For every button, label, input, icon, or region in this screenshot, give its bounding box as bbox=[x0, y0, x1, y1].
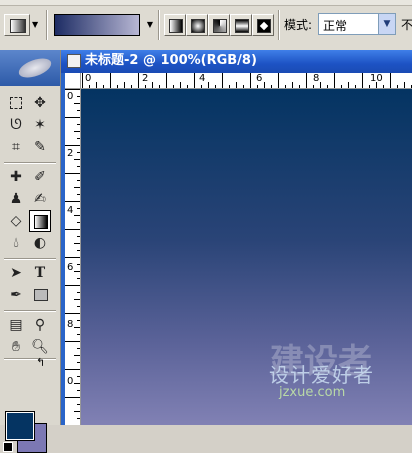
marquee-icon[interactable] bbox=[5, 92, 27, 114]
document-title-bar[interactable]: 未标题-2 @ 100%(RGB/8) bbox=[61, 50, 412, 73]
tool-preset-button[interactable] bbox=[4, 14, 30, 36]
ruler-number: 2 bbox=[67, 148, 74, 159]
zoom-icon[interactable]: 🔍︎ bbox=[29, 336, 51, 358]
document-icon bbox=[67, 54, 81, 68]
clone-stamp-icon[interactable]: ♟ bbox=[5, 188, 27, 210]
divider bbox=[4, 162, 56, 164]
mode-value: 正常 bbox=[323, 19, 348, 33]
divider bbox=[4, 258, 56, 260]
divider bbox=[4, 358, 56, 360]
gradient-tool-icon bbox=[10, 19, 26, 33]
image-canvas[interactable]: 建设者 设计爱好者 jzxue.com bbox=[81, 89, 412, 425]
ruler-number: 0 bbox=[85, 73, 92, 84]
eraser-icon[interactable]: ◇ bbox=[5, 210, 27, 232]
ruler-number: 4 bbox=[67, 205, 74, 216]
document-window: 未标题-2 @ 100%(RGB/8) 0 2 4 6 8 10 0 2 4 6… bbox=[61, 50, 412, 425]
mode-label: 模式: bbox=[284, 18, 313, 32]
toolbox: ✥ ᘎ ✶ ⌗ ✎ ✚ ✐ ♟ ✍ ◇ 💧︎ ◐ ➤ T ✒ ▤ ⚲ ✋︎ 🔍︎… bbox=[0, 50, 61, 453]
watermark-text: 设计爱好者 bbox=[269, 363, 374, 387]
history-brush-icon[interactable]: ✍ bbox=[29, 188, 51, 210]
feather-icon bbox=[16, 54, 54, 82]
ruler-number: 0 bbox=[67, 91, 74, 102]
diamond-gradient-icon bbox=[257, 19, 271, 33]
watermark-url: jzxue.com bbox=[279, 385, 346, 400]
chevron-down-icon[interactable]: ▼ bbox=[144, 16, 156, 34]
blur-icon[interactable]: 💧︎ bbox=[5, 232, 27, 254]
default-colors-icon[interactable] bbox=[3, 442, 13, 452]
ruler-number: 2 bbox=[142, 73, 149, 84]
toolbox-header bbox=[0, 50, 60, 86]
diamond-gradient-button[interactable] bbox=[252, 14, 274, 36]
chevron-down-icon[interactable]: ▼ bbox=[378, 14, 395, 34]
slice-icon[interactable]: ✎ bbox=[29, 136, 51, 158]
eyedropper-icon[interactable]: ⚲ bbox=[29, 314, 51, 336]
divider bbox=[278, 10, 280, 40]
ruler-number: 8 bbox=[67, 319, 74, 330]
move-icon[interactable]: ✥ bbox=[29, 92, 51, 114]
ruler-number: 6 bbox=[256, 73, 263, 84]
pen-icon[interactable]: ✒ bbox=[5, 284, 27, 306]
divider bbox=[158, 10, 160, 40]
options-bar: ▼ ▼ 模式: 正常 ▼ 不 bbox=[0, 0, 412, 50]
ruler-vertical[interactable]: 0 2 4 6 8 0 bbox=[65, 88, 81, 425]
ruler-number: 8 bbox=[313, 73, 320, 84]
shape-icon[interactable] bbox=[29, 284, 51, 306]
magic-wand-icon[interactable]: ✶ bbox=[29, 114, 51, 136]
notes-icon[interactable]: ▤ bbox=[5, 314, 27, 336]
ruler-number: 4 bbox=[199, 73, 206, 84]
ruler-horizontal[interactable]: 0 2 4 6 8 10 bbox=[65, 73, 412, 89]
radial-gradient-icon bbox=[191, 19, 205, 33]
menu-strip bbox=[0, 0, 412, 6]
chevron-down-icon[interactable]: ▼ bbox=[32, 16, 38, 34]
divider bbox=[46, 10, 48, 40]
lasso-icon[interactable]: ᘎ bbox=[5, 114, 27, 136]
divider bbox=[4, 310, 56, 312]
path-selection-icon[interactable]: ➤ bbox=[5, 262, 27, 284]
hand-icon[interactable]: ✋︎ bbox=[5, 336, 27, 358]
mode-select[interactable]: 正常 ▼ bbox=[318, 13, 396, 35]
dodge-icon[interactable]: ◐ bbox=[29, 232, 51, 254]
swap-colors-icon[interactable]: ↰ bbox=[36, 356, 45, 369]
opacity-label: 不 bbox=[401, 18, 412, 32]
ruler-number: 10 bbox=[370, 73, 383, 84]
reflected-gradient-button[interactable] bbox=[230, 14, 252, 36]
ruler-ticks-vertical bbox=[65, 89, 80, 419]
reflected-gradient-icon bbox=[235, 19, 249, 33]
brush-icon[interactable]: ✐ bbox=[29, 166, 51, 188]
ruler-ticks-horizontal bbox=[82, 73, 412, 88]
linear-gradient-icon bbox=[169, 19, 183, 33]
angle-gradient-button[interactable] bbox=[208, 14, 230, 36]
angle-gradient-icon bbox=[213, 19, 227, 33]
gradient-picker[interactable] bbox=[54, 14, 140, 36]
crop-icon[interactable]: ⌗ bbox=[5, 136, 27, 158]
ruler-number: 0 bbox=[67, 376, 74, 387]
gradient-icon[interactable] bbox=[29, 210, 51, 232]
ruler-number: 6 bbox=[67, 262, 74, 273]
ruler-origin[interactable] bbox=[65, 73, 81, 89]
linear-gradient-button[interactable] bbox=[164, 14, 186, 36]
healing-brush-icon[interactable]: ✚ bbox=[5, 166, 27, 188]
document-title: 未标题-2 @ 100%(RGB/8) bbox=[85, 53, 257, 68]
foreground-color-swatch[interactable] bbox=[5, 411, 35, 441]
radial-gradient-button[interactable] bbox=[186, 14, 208, 36]
type-icon[interactable]: T bbox=[29, 262, 51, 284]
